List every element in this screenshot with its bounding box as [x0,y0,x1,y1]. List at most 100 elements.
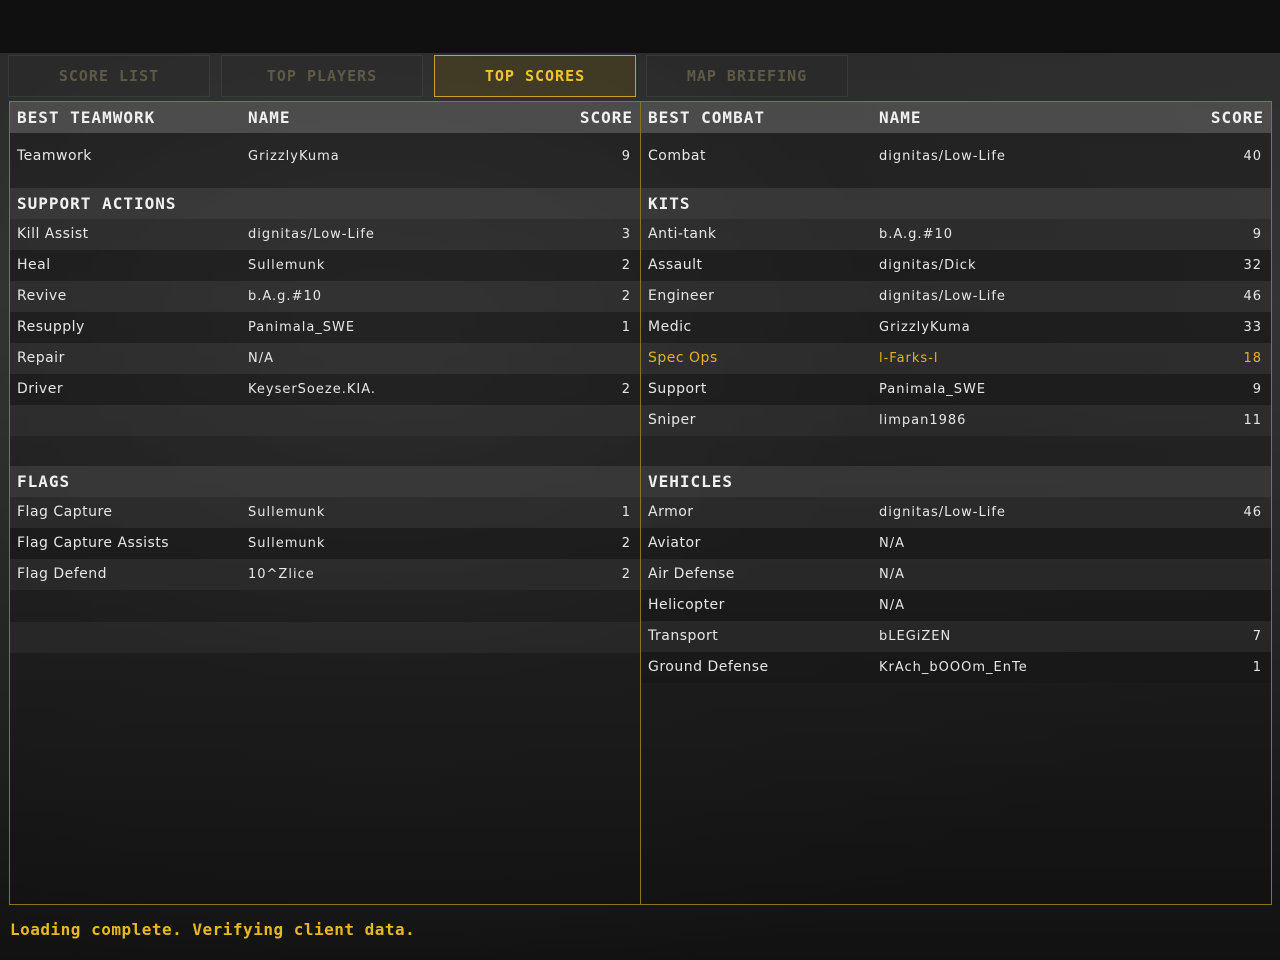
row-category: Flag Defend [17,566,108,582]
row-player-name: KrAch_bOOOm_EnTe [879,660,1028,675]
row-player-name: dignitas/Low-Life [879,289,1006,304]
top-scores-panel: BEST TEAMWORK NAME SCORE Teamwork Grizzl… [9,101,1272,905]
row-category: Assault [648,257,703,273]
empty-row [10,405,640,436]
row-score: 9 [621,149,631,164]
row-player-name: N/A [879,598,905,613]
section-kits: KITS [641,188,1271,219]
row-player-name: KeyserSoeze.KIA. [248,382,376,397]
row-score: 2 [621,258,631,273]
row-player-name: Sullemunk [248,536,326,551]
row-player-name: dignitas/Dick [879,258,977,273]
row-score: 46 [1243,289,1262,304]
tab-score-list[interactable]: SCORE LIST [8,55,210,97]
section-title: KITS [648,194,691,213]
header-score: SCORE [579,108,633,127]
row-score: 2 [621,567,631,582]
tab-top-scores[interactable]: TOP SCORES [434,55,636,97]
table-row: Flag Capture Assists Sullemunk 2 [10,528,640,559]
table-row: Revive b.A.g.#10 2 [10,281,640,312]
row-category: Air Defense [648,566,735,582]
section-title: FLAGS [17,472,71,491]
row-category: Sniper [648,412,696,428]
row-score: 1 [1252,660,1262,675]
row-score: 32 [1243,258,1262,273]
section-title: VEHICLES [648,472,734,491]
row-category: Heal [17,257,51,273]
row-score: 40 [1243,149,1262,164]
section-flags: FLAGS [10,466,640,497]
tab-top-players[interactable]: TOP PLAYERS [221,55,423,97]
row-category: Repair [17,350,65,366]
row-player-name: N/A [879,567,905,582]
tab-bar: SCORE LIST TOP PLAYERS TOP SCORES MAP BR… [0,53,1280,101]
table-row: Resupply Panimala_SWE 1 [10,312,640,343]
row-player-name: GrizzlyKuma [248,149,340,164]
row-score: 2 [621,382,631,397]
row-player-name: N/A [248,351,274,366]
table-row: Aviator N/A [641,528,1271,559]
row-category: Transport [648,628,719,644]
row-category: Aviator [648,535,701,551]
table-row: Anti-tank b.A.g.#10 9 [641,219,1271,250]
row-category: Support [648,381,707,397]
row-category: Flag Capture [17,504,113,520]
empty-row [10,622,640,653]
row-player-name: dignitas/Low-Life [879,149,1006,164]
table-row: Teamwork GrizzlyKuma 9 [10,141,640,172]
left-header-row: BEST TEAMWORK NAME SCORE [10,102,640,133]
row-category: Helicopter [648,597,725,613]
row-player-name: Sullemunk [248,258,326,273]
section-support-actions: SUPPORT ACTIONS [10,188,640,219]
row-player-name: Panimala_SWE [248,320,356,335]
row-score: 9 [1252,227,1262,242]
row-score: 2 [621,536,631,551]
top-bar [0,0,1280,53]
section-vehicles: VEHICLES [641,466,1271,497]
row-score: 3 [621,227,631,242]
row-score: 1 [621,505,631,520]
row-score: 9 [1252,382,1262,397]
row-category: Resupply [17,319,85,335]
table-row: Support Panimala_SWE 9 [641,374,1271,405]
row-player-name: dignitas/Low-Life [879,505,1006,520]
table-row: Ground Defense KrAch_bOOOm_EnTe 1 [641,652,1271,683]
row-player-name: bLEGiZEN [879,629,952,644]
row-category: Revive [17,288,67,304]
table-row: Armor dignitas/Low-Life 46 [641,497,1271,528]
header-best-teamwork: BEST TEAMWORK [17,108,156,127]
table-row: Air Defense N/A [641,559,1271,590]
table-row: Assault dignitas/Dick 32 [641,250,1271,281]
table-row: Repair N/A [10,343,640,374]
table-row: Heal Sullemunk 2 [10,250,640,281]
table-row: Combat dignitas/Low-Life 40 [641,141,1271,172]
table-row: Kill Assist dignitas/Low-Life 3 [10,219,640,250]
row-score: 18 [1243,351,1262,366]
row-score: 33 [1243,320,1262,335]
header-name: NAME [248,108,291,127]
row-player-name: dignitas/Low-Life [248,227,375,242]
table-row: Engineer dignitas/Low-Life 46 [641,281,1271,312]
header-score: SCORE [1210,108,1264,127]
row-category: Engineer [648,288,715,304]
row-score: 46 [1243,505,1262,520]
table-row: Transport bLEGiZEN 7 [641,621,1271,652]
row-player-name: limpan1986 [879,413,967,428]
row-category: Medic [648,319,692,335]
header-best-combat: BEST COMBAT [648,108,765,127]
row-category: Spec Ops [648,350,718,366]
row-category: Armor [648,504,694,520]
table-row: Helicopter N/A [641,590,1271,621]
tab-map-briefing[interactable]: MAP BRIEFING [646,55,848,97]
status-message: Loading complete. Verifying client data. [10,920,416,939]
row-player-name: GrizzlyKuma [879,320,971,335]
row-category: Combat [648,148,706,164]
table-row: Flag Defend 10^Zlice 2 [10,559,640,590]
row-score: 7 [1252,629,1262,644]
right-header-row: BEST COMBAT NAME SCORE [641,102,1271,133]
table-row: Flag Capture Sullemunk 1 [10,497,640,528]
table-row: Medic GrizzlyKuma 33 [641,312,1271,343]
row-player-name: b.A.g.#10 [879,227,953,242]
row-category: Flag Capture Assists [17,535,170,551]
row-score: 11 [1243,413,1262,428]
